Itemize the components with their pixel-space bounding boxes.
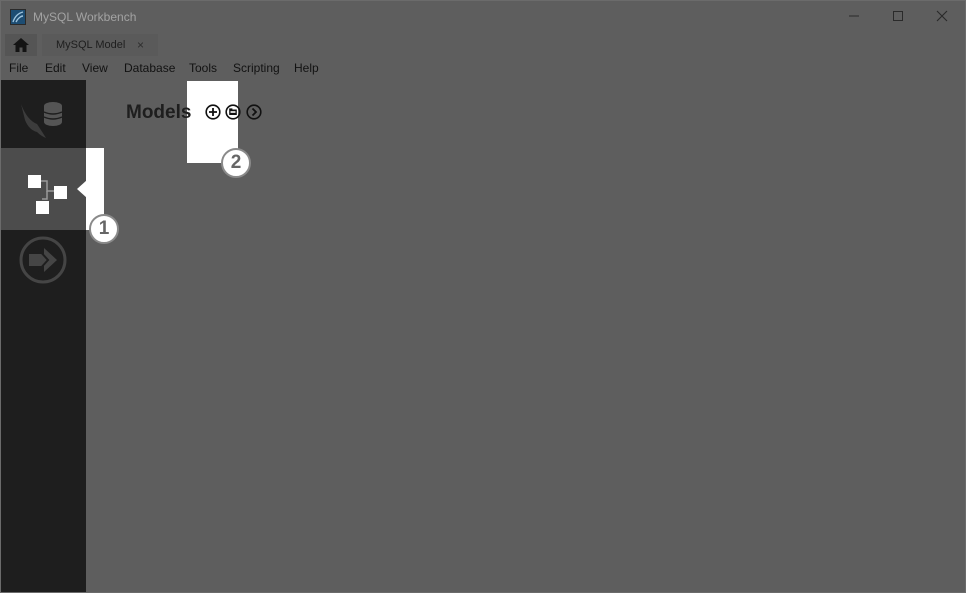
close-icon [936, 10, 948, 22]
home-icon [13, 38, 29, 52]
callout-number: 1 [98, 218, 110, 239]
menu-tools[interactable]: Tools [189, 61, 217, 75]
sidebar-item-models[interactable] [0, 148, 86, 230]
menu-file[interactable]: File [9, 61, 28, 75]
add-model-button[interactable] [205, 104, 221, 120]
open-model-button[interactable] [225, 104, 241, 120]
selection-arrow-indicator [77, 180, 87, 198]
home-tab[interactable] [5, 34, 37, 56]
minimize-button[interactable] [831, 1, 877, 31]
callout-number: 2 [230, 152, 242, 173]
menu-help[interactable]: Help [294, 61, 319, 75]
menu-edit[interactable]: Edit [45, 61, 66, 75]
window-title: MySQL Workbench [33, 10, 137, 24]
menu-bar: File Edit View Database Tools Scripting … [0, 58, 966, 80]
tab-mysql-model[interactable]: MySQL Model × [42, 34, 158, 56]
browse-models-button[interactable] [246, 104, 262, 120]
callout-badge-2: 2 [221, 148, 251, 178]
menu-database[interactable]: Database [124, 61, 175, 75]
close-window-button[interactable] [919, 1, 965, 31]
title-bar: MySQL Workbench [0, 0, 966, 32]
open-folder-circle-icon [225, 104, 241, 120]
sidebar-item-migration[interactable] [0, 230, 86, 290]
chevron-right-circle-icon [246, 104, 262, 120]
mysql-workbench-logo-icon [10, 9, 26, 25]
tab-label: MySQL Model [56, 39, 126, 51]
minimize-icon [849, 15, 859, 17]
tab-bar: MySQL Model × [0, 32, 966, 58]
tab-close-icon[interactable]: × [137, 38, 144, 52]
page-title: Models [126, 102, 192, 123]
sidebar [0, 80, 86, 593]
menu-view[interactable]: View [82, 61, 108, 75]
migration-arrow-icon [19, 236, 67, 284]
maximize-icon [893, 11, 903, 21]
callout-badge-1: 1 [89, 214, 119, 244]
add-circle-icon [205, 104, 221, 120]
sidebar-item-connections[interactable] [0, 80, 86, 148]
maximize-button[interactable] [875, 1, 921, 31]
models-diagram-icon [28, 175, 67, 214]
dolphin-database-icon [21, 102, 63, 138]
menu-scripting[interactable]: Scripting [233, 61, 280, 75]
